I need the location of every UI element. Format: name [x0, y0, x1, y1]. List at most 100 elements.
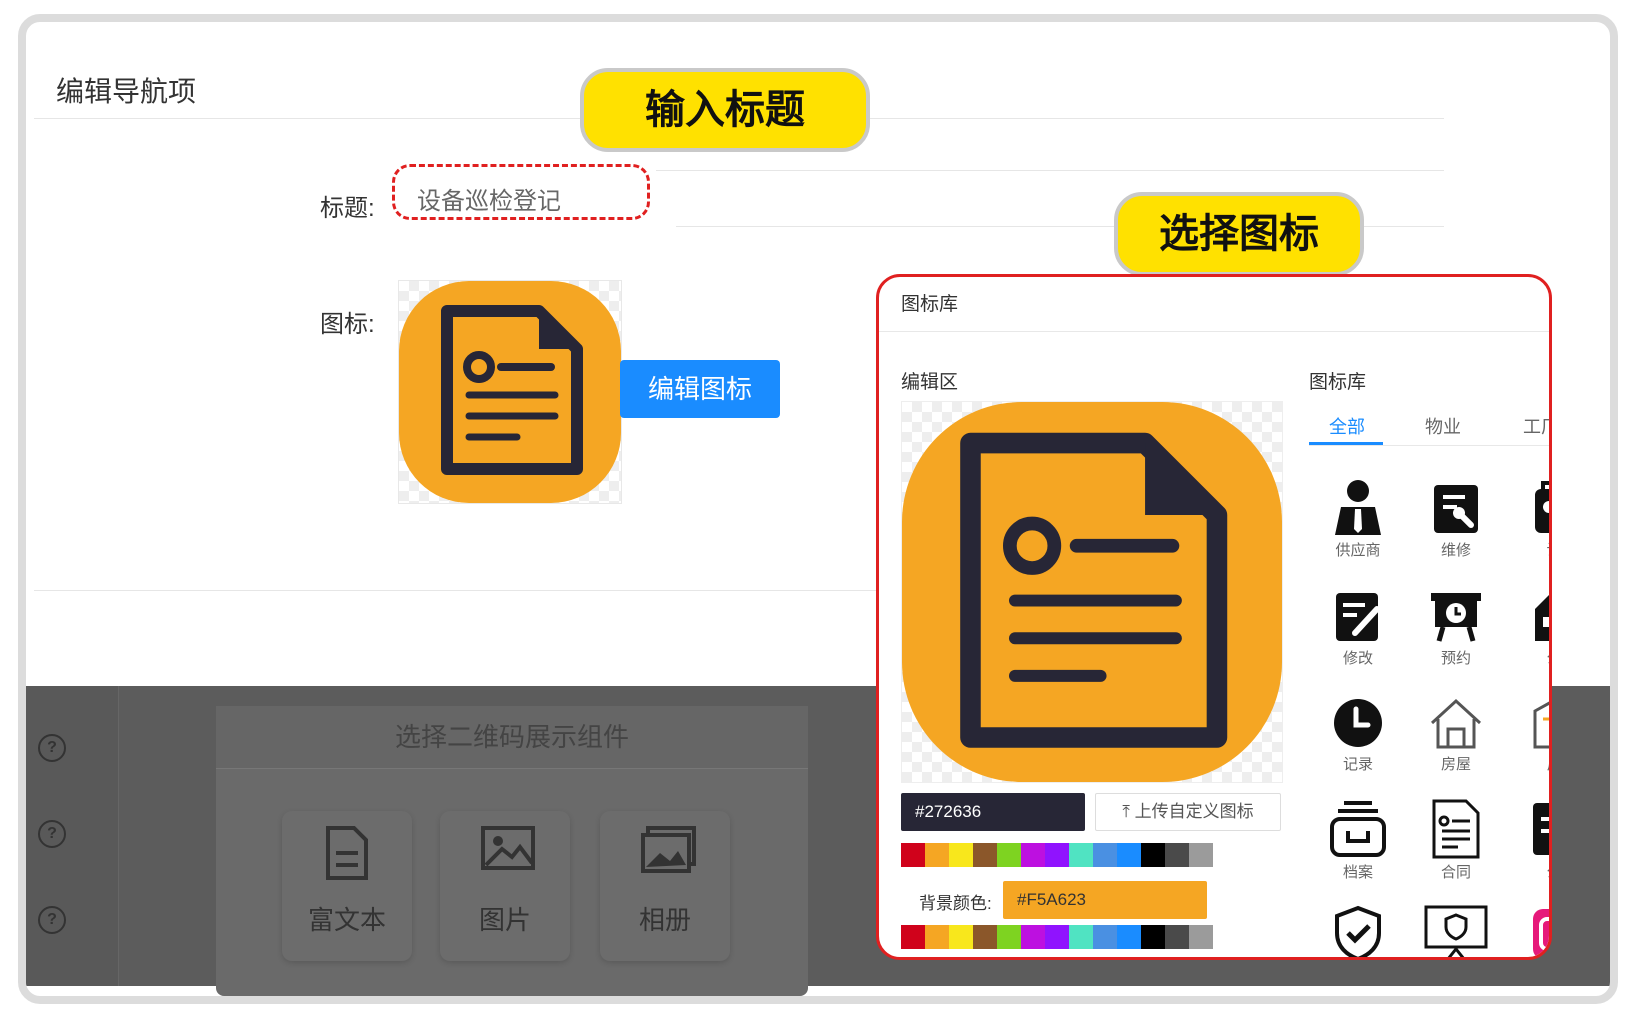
foreground-palette [901, 843, 1237, 867]
rich-text-icon [326, 826, 368, 880]
library-label: 图标库 [1309, 372, 1367, 393]
icon-repair[interactable]: 维修 [1411, 479, 1501, 560]
component-label: 富文本 [307, 905, 386, 935]
tab-property[interactable]: 物业 [1425, 413, 1461, 439]
icon-house[interactable]: 房屋 [1411, 697, 1501, 774]
color-swatch[interactable] [1021, 843, 1045, 867]
help-icon[interactable]: ? [38, 734, 66, 762]
upload-icon: ⤒ [1122, 802, 1130, 821]
divider [656, 170, 1444, 171]
icon-contract[interactable]: 合同 [1411, 799, 1501, 882]
title-label: 标题: [320, 195, 375, 222]
active-tab-indicator [1309, 442, 1383, 445]
help-icon[interactable]: ? [38, 820, 66, 848]
color-swatch[interactable] [901, 843, 925, 867]
color-swatch[interactable] [1045, 843, 1069, 867]
color-swatch[interactable] [1213, 843, 1237, 867]
dialog-divider [879, 331, 1549, 332]
foreground-color-input[interactable]: #272636 [901, 793, 1085, 831]
icon-public-2[interactable]: 公 [1509, 799, 1549, 882]
color-swatch[interactable] [1213, 925, 1237, 949]
clock-icon [1334, 699, 1382, 747]
component-label: 图片 [478, 905, 531, 935]
house-icon [1430, 698, 1482, 749]
image-icon [481, 826, 535, 870]
rich-text-component[interactable]: 富文本 [282, 811, 412, 961]
dialog-title: 图标库 [901, 294, 959, 315]
appointment-icon [1431, 593, 1481, 642]
color-swatch[interactable] [1165, 925, 1189, 949]
color-swatch[interactable] [1165, 843, 1189, 867]
public-doc-icon [1533, 803, 1549, 855]
icon-visit[interactable]: 访 [1509, 479, 1549, 560]
icon-instagram[interactable] [1509, 905, 1549, 957]
shield-check-icon [1335, 905, 1381, 957]
album-component[interactable]: 相册 [600, 811, 730, 961]
color-swatch[interactable] [997, 925, 1021, 949]
color-swatch[interactable] [1069, 843, 1093, 867]
footer-divider [34, 590, 894, 591]
component-label: 相册 [638, 905, 691, 935]
icon-supplier[interactable]: 供应商 [1313, 479, 1403, 560]
icon-public[interactable]: 公 [1509, 589, 1549, 668]
choose-icon-callout: 选择图标 [1114, 192, 1364, 276]
tab-all[interactable]: 全部 [1329, 413, 1365, 439]
icon-edit-preview [901, 401, 1283, 783]
color-swatch[interactable] [973, 843, 997, 867]
color-swatch[interactable] [949, 843, 973, 867]
edit-icon-button[interactable]: 编辑图标 [620, 360, 780, 418]
icon-modify[interactable]: 修改 [1313, 589, 1403, 668]
feedback-icon [1533, 701, 1549, 749]
color-swatch[interactable] [949, 925, 973, 949]
edit-icon [1336, 593, 1380, 641]
title-input[interactable]: 设备巡检登记 [392, 164, 650, 220]
document-icon [399, 281, 621, 503]
qr-panel-title: 选择二维码展示组件 [216, 706, 808, 769]
color-swatch[interactable] [997, 843, 1021, 867]
color-swatch[interactable] [1141, 925, 1165, 949]
upload-button-label: 上传自定义图标 [1134, 802, 1254, 821]
help-icon[interactable]: ? [38, 906, 66, 934]
upload-custom-icon-button[interactable]: ⤒ 上传自定义图标 [1095, 793, 1281, 831]
visit-icon [1535, 481, 1549, 533]
supplier-icon [1335, 480, 1381, 535]
repair-icon [1434, 485, 1478, 533]
icon-library-dialog: 图标库 编辑区 图标库 #272636 ⤒ 上传自定义图标 背景颜色: #F5A… [876, 274, 1552, 960]
color-swatch[interactable] [1093, 925, 1117, 949]
icon-preview[interactable] [398, 280, 622, 504]
album-icon [641, 826, 696, 873]
archive-icon [1330, 801, 1386, 857]
color-swatch[interactable] [1093, 843, 1117, 867]
icon-category-tabs: 全部 物业 工厂 [1309, 407, 1549, 446]
color-swatch[interactable] [925, 843, 949, 867]
icon-feedback[interactable]: 反 [1509, 697, 1549, 774]
color-swatch[interactable] [1189, 843, 1213, 867]
icon-label: 图标: [320, 311, 375, 338]
color-swatch[interactable] [1021, 925, 1045, 949]
color-swatch[interactable] [1189, 925, 1213, 949]
color-swatch[interactable] [1141, 843, 1165, 867]
color-swatch[interactable] [973, 925, 997, 949]
tab-factory[interactable]: 工厂 [1523, 413, 1549, 439]
edit-area-label: 编辑区 [901, 372, 959, 393]
color-swatch[interactable] [1045, 925, 1069, 949]
image-component[interactable]: 图片 [440, 811, 570, 961]
color-swatch[interactable] [901, 925, 925, 949]
color-swatch[interactable] [925, 925, 949, 949]
icon-monitor-security[interactable] [1411, 905, 1501, 957]
icon-record[interactable]: 记录 [1313, 697, 1403, 774]
icon-security[interactable] [1313, 905, 1403, 957]
background-color-input[interactable]: #F5A623 [1003, 881, 1207, 919]
background-palette [901, 925, 1237, 949]
color-swatch[interactable] [1117, 925, 1141, 949]
icon-appointment[interactable]: 预约 [1411, 589, 1501, 668]
monitor-shield-icon [1424, 905, 1488, 957]
public-icon [1535, 595, 1549, 641]
color-swatch[interactable] [1117, 843, 1141, 867]
page-title: 编辑导航项 [56, 76, 197, 107]
color-swatch[interactable] [1069, 925, 1093, 949]
background-color-label: 背景颜色: [919, 894, 992, 913]
document-icon [902, 402, 1282, 782]
contract-icon [1432, 799, 1480, 859]
icon-archive[interactable]: 档案 [1313, 799, 1403, 882]
